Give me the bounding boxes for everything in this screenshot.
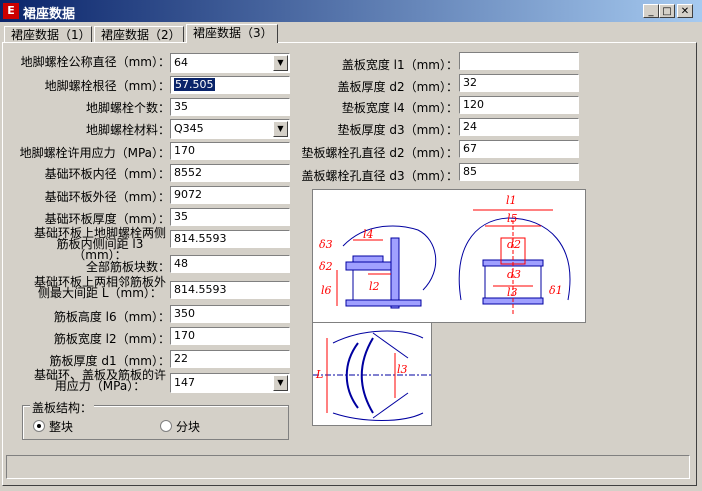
label-pad-thickness: 垫板厚度 d3（mm）： [337,123,458,137]
skirt-section-drawing: δ3 l4 δ2 l6 l2 l1 l5 d2 d3 l3 δ1 [319,194,571,315]
label-rib-outer-spacing: 基础环板上两相邻筋板外侧最大间距 L（mm）： [33,275,166,300]
label-pad-bolt-hole-diameter: 垫板螺栓孔直径 d2（mm）： [301,146,458,160]
label-base-ring-outer-diameter: 基础环板外径（mm）： [44,190,170,204]
rib-plan-drawing: L l3 [313,330,431,421]
cover-structure-title: 盖板结构： [30,399,95,416]
input-base-ring-thickness[interactable]: 35 [170,208,290,226]
select-value: Q345 [174,122,204,135]
input-rib-height[interactable]: 350 [170,305,290,323]
input-pad-width[interactable]: 120 [459,96,579,114]
label-rib-width: 筋板宽度 l2（mm）： [53,332,170,346]
tab-skirt-data-2[interactable]: 裙座数据（2） [94,26,184,42]
select-value: 147 [174,376,195,389]
dropdown-arrow-icon[interactable]: ▼ [273,375,288,391]
rib-plan-diagram: L l3 [312,322,432,426]
label-cover-thickness: 盖板厚度 d2（mm）： [337,80,458,94]
label-rib-count: 全部筋板块数： [85,260,170,274]
maximize-button[interactable]: □ [659,4,675,18]
input-pad-bolt-hole-diameter[interactable]: 67 [459,140,579,158]
minimize-button[interactable]: _ [643,4,659,18]
skirt-section-diagram: δ3 l4 δ2 l6 l2 l1 l5 d2 d3 l3 δ1 [312,189,586,323]
label-bolt-root-diameter: 地脚螺栓根径（mm）： [44,79,170,93]
input-bolt-count[interactable]: 35 [170,98,290,116]
diagram-label-L: L [315,368,323,381]
radio-split-label[interactable]: 分块 [176,418,200,435]
input-cover-bolt-hole-diameter[interactable]: 85 [459,163,579,181]
label-bolt-allowable-stress: 地脚螺栓许用应力（MPa）： [19,146,170,160]
diagram-label-l3: l3 [507,286,518,299]
diagram-label-l2: l2 [369,280,380,293]
tab-skirt-data-1[interactable]: 裙座数据（1） [4,26,92,42]
app-icon: E [3,3,19,19]
status-bar [6,455,690,479]
diagram-label-d3: d3 [507,268,521,281]
diagram-label-l6: l6 [321,284,332,297]
selected-text: 57.505 [174,78,215,91]
label-cover-bolt-hole-diameter: 盖板螺栓孔直径 d3（mm）： [301,169,458,183]
input-cover-width[interactable] [459,52,579,70]
title-bar: E 裙座数据 _ □ ✕ [0,0,702,22]
select-bolt-nominal-diameter[interactable]: 64 ▼ [170,53,290,73]
label-rib-height: 筋板高度 l6（mm）： [53,310,170,324]
input-base-ring-outer-diameter[interactable]: 9072 [170,186,290,204]
label-cover-width: 盖板宽度 l1（mm）： [341,58,458,72]
select-value: 64 [174,56,188,69]
label-rib-thickness: 筋板厚度 d1（mm）： [49,354,170,368]
input-base-ring-inner-diameter[interactable]: 8552 [170,164,290,182]
input-rib-thickness[interactable]: 22 [170,350,290,368]
input-bolt-root-diameter[interactable]: 57.505 [170,76,290,94]
close-button[interactable]: ✕ [677,4,693,18]
radio-split[interactable] [160,420,172,432]
label-ring-cover-rib-allowable-stress: 基础环、盖板及筋板的许用应力（MPa）： [33,368,166,393]
input-rib-width[interactable]: 170 [170,327,290,345]
label-pad-width: 垫板宽度 l4（mm）： [341,101,458,115]
diagram-label-delta2: δ2 [319,260,333,273]
diagram-label-l4: l4 [363,228,374,241]
label-base-ring-inner-diameter: 基础环板内径（mm）： [44,167,170,181]
select-bolt-material[interactable]: Q345 ▼ [170,119,290,139]
dropdown-arrow-icon[interactable]: ▼ [273,55,288,71]
radio-whole-label[interactable]: 整块 [49,418,73,435]
radio-whole[interactable] [33,420,45,432]
input-rib-count[interactable]: 48 [170,255,290,273]
diagram-label-delta3: δ3 [319,238,333,251]
diagram-label-l1: l1 [506,194,517,207]
input-pad-thickness[interactable]: 24 [459,118,579,136]
dropdown-arrow-icon[interactable]: ▼ [273,121,288,137]
diagram-label-l5: l5 [507,212,518,225]
input-rib-inner-spacing[interactable]: 814.5593 [170,230,290,248]
input-rib-outer-spacing[interactable]: 814.5593 [170,281,290,299]
label-bolt-nominal-diameter: 地脚螺栓公称直径（mm）： [20,55,170,69]
diagram-label-d2: d2 [507,238,521,251]
label-base-ring-thickness: 基础环板厚度（mm）： [44,212,170,226]
tab-skirt-data-3[interactable]: 裙座数据（3） [186,24,278,43]
diagram-label-l3-plan: l3 [397,363,408,376]
window-title: 裙座数据 [23,7,76,22]
input-bolt-allowable-stress[interactable]: 170 [170,142,290,160]
label-bolt-count: 地脚螺栓个数： [85,101,170,115]
select-ring-cover-rib-allowable-stress[interactable]: 147 ▼ [170,373,290,393]
diagram-label-delta1: δ1 [549,284,563,297]
radio-selected-dot [37,424,41,428]
input-cover-thickness[interactable]: 32 [459,74,579,92]
label-rib-inner-spacing: 基础环板上地脚螺栓两侧筋板内侧间距 l3（mm）： [33,226,166,262]
label-bolt-material: 地脚螺栓材料： [85,123,170,137]
